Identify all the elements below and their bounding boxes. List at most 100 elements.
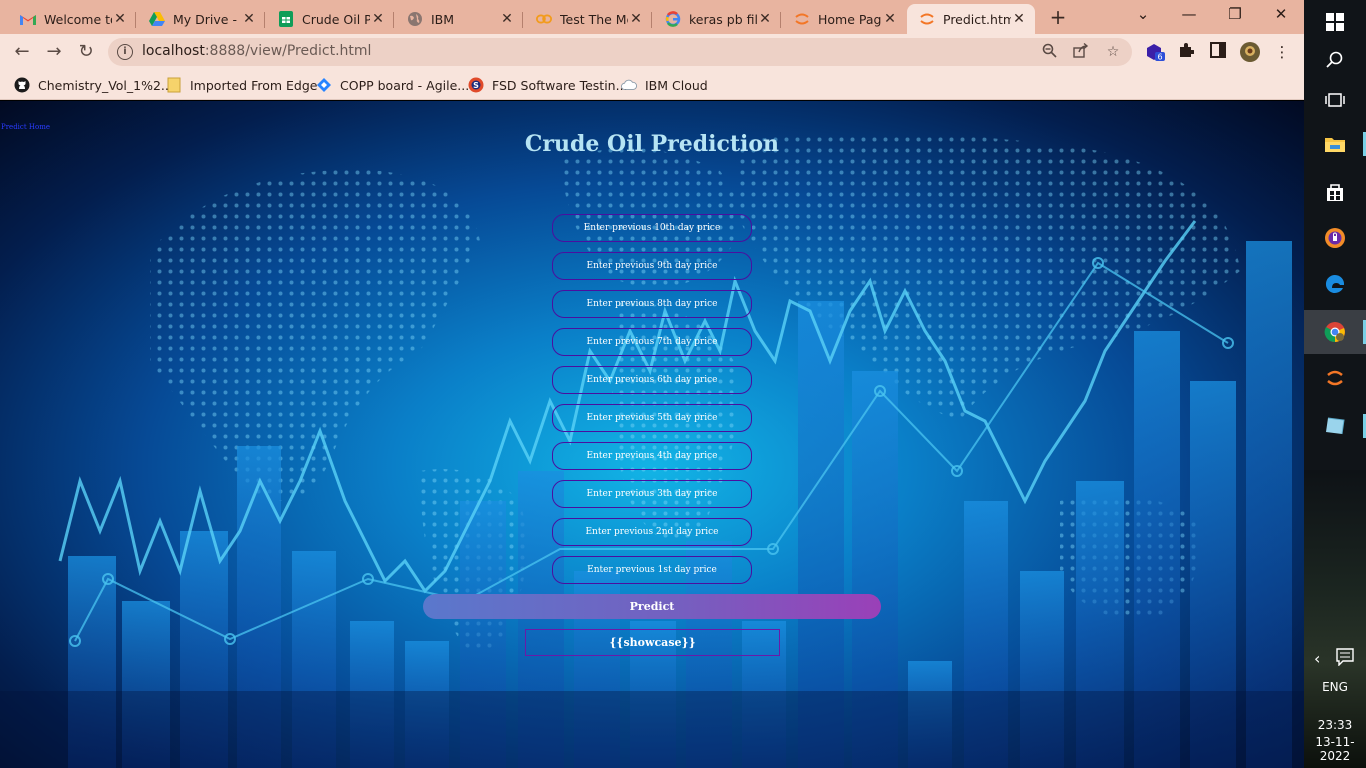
forward-button[interactable]: → <box>42 40 66 64</box>
tab-title: Welcome to <box>44 11 112 27</box>
bookmark-chemistry[interactable]: Chemistry_Vol_1%2... <box>14 76 173 94</box>
bookmark-fsd-software-testing[interactable]: S FSD Software Testin... <box>468 76 628 94</box>
tab-close-icon[interactable]: ✕ <box>112 11 128 27</box>
task-view-icon[interactable] <box>1304 78 1366 122</box>
tab-test-the-model[interactable]: Test The Mo ✕ <box>524 4 652 34</box>
price-input-day-4[interactable]: Enter previous 4th day price <box>552 442 752 470</box>
language-indicator[interactable]: ENG <box>1304 680 1366 694</box>
url-path: :8888/view/Predict.html <box>204 43 372 59</box>
browser-toolbar: ← → ↻ i localhost:8888/view/Predict.html… <box>0 34 1304 70</box>
tab-close-icon[interactable]: ✕ <box>628 11 644 27</box>
extension-badge: 6 <box>1157 53 1162 62</box>
clock-time[interactable]: 23:33 <box>1304 718 1366 732</box>
tab-title: Predict.html <box>943 11 1011 27</box>
microsoft-store-icon[interactable] <box>1304 170 1366 214</box>
share-icon[interactable] <box>1072 42 1090 61</box>
show-hidden-icons-chevron-icon[interactable]: ‹ <box>1304 636 1366 680</box>
price-input-day-2[interactable]: Enter previous 2nd day price <box>552 518 752 546</box>
file-explorer-icon[interactable] <box>1304 122 1366 166</box>
github-icon <box>14 77 30 93</box>
tab-close-icon[interactable]: ✕ <box>499 11 515 27</box>
tab-close-icon[interactable]: ✕ <box>1011 11 1027 27</box>
windows-taskbar: ‹ ENG 23:33 13-11-2022 <box>1304 0 1366 768</box>
search-icon[interactable] <box>1304 38 1366 82</box>
price-input-day-10[interactable]: Enter previous 10th day price <box>552 214 752 242</box>
price-input-day-7[interactable]: Enter previous 7th day price <box>552 328 752 356</box>
browser-menu-icon[interactable]: ⋮ <box>1272 42 1292 62</box>
side-panel-icon[interactable] <box>1208 42 1228 62</box>
price-input-day-9[interactable]: Enter previous 9th day price <box>552 252 752 280</box>
tab-title: IBM <box>431 11 455 27</box>
chrome-icon[interactable] <box>1304 310 1366 354</box>
jupyter-taskbar-icon[interactable] <box>1304 356 1366 400</box>
cloud-icon <box>621 77 637 93</box>
tab-ibm[interactable]: IBM ✕ <box>395 4 523 34</box>
notifications-icon[interactable] <box>1336 648 1354 666</box>
price-input-day-6[interactable]: Enter previous 6th day price <box>552 366 752 394</box>
tab-search-chevron-icon[interactable]: ⌄ <box>1120 0 1166 30</box>
profile-avatar[interactable] <box>1240 42 1260 62</box>
page-viewport: Predict Home Crude Oil Prediction Enter … <box>0 101 1304 768</box>
extensions-puzzle-icon[interactable] <box>1176 42 1196 62</box>
new-tab-button[interactable]: + <box>1046 6 1070 30</box>
restore-button[interactable]: ❐ <box>1212 0 1258 30</box>
clock-date[interactable]: 13-11-2022 <box>1304 735 1366 763</box>
zoom-icon[interactable] <box>1040 43 1058 61</box>
tab-title: Crude Oil Pr <box>302 11 370 27</box>
jupyter-icon <box>794 11 810 27</box>
tab-close-icon[interactable]: ✕ <box>757 11 773 27</box>
url-host: localhost <box>142 43 205 59</box>
google-drive-icon <box>149 11 165 27</box>
bookmark-label: COPP board - Agile... <box>340 77 470 93</box>
folder-icon <box>166 77 182 93</box>
google-sheets-icon <box>278 11 294 27</box>
s-logo-icon: S <box>468 77 484 93</box>
vpn-shield-icon[interactable] <box>1304 216 1366 260</box>
tab-close-icon[interactable]: ✕ <box>882 11 898 27</box>
extension-icon[interactable]: 6 <box>1146 42 1166 62</box>
tab-title: Test The Mo <box>560 11 628 27</box>
browser-window: Welcome to ✕ My Drive - G ✕ Crude Oil Pr… <box>0 0 1304 768</box>
price-input-day-8[interactable]: Enter previous 8th day price <box>552 290 752 318</box>
price-input-day-1[interactable]: Enter previous 1st day price <box>552 556 752 584</box>
tab-title: keras pb file <box>689 11 757 27</box>
edge-icon[interactable] <box>1304 262 1366 306</box>
minimize-button[interactable]: — <box>1166 0 1212 30</box>
tab-crude-oil-sheet[interactable]: Crude Oil Pr ✕ <box>266 4 394 34</box>
diamond-icon <box>316 77 332 93</box>
gmail-icon <box>20 11 36 27</box>
notes-app-icon[interactable] <box>1304 404 1366 448</box>
bookmark-label: Chemistry_Vol_1%2... <box>38 77 173 93</box>
tab-close-icon[interactable]: ✕ <box>370 11 386 27</box>
reload-button[interactable]: ↻ <box>74 40 98 64</box>
site-info-icon[interactable]: i <box>117 44 133 60</box>
bookmarks-bar: Chemistry_Vol_1%2... Imported From Edge … <box>0 70 1304 100</box>
bookmark-label: IBM Cloud <box>645 77 708 93</box>
tab-predict[interactable]: Predict.html ✕ <box>907 4 1035 34</box>
predict-button[interactable]: Predict <box>423 594 881 619</box>
bookmark-imported-from-edge[interactable]: Imported From Edge <box>166 76 317 94</box>
price-input-day-5[interactable]: Enter previous 5th day price <box>552 404 752 432</box>
tab-gmail[interactable]: Welcome to ✕ <box>8 4 136 34</box>
bookmark-label: Imported From Edge <box>190 77 318 93</box>
tab-title: Home Page <box>818 11 882 27</box>
bookmark-label: FSD Software Testin... <box>492 77 628 93</box>
background-chart-graphic <box>0 133 1304 768</box>
tab-keras-search[interactable]: keras pb file ✕ <box>653 4 781 34</box>
close-window-button[interactable]: ✕ <box>1258 0 1304 30</box>
tab-title: My Drive - G <box>173 11 241 27</box>
price-input-day-3[interactable]: Enter previous 3th day price <box>552 480 752 508</box>
link-icon <box>536 11 552 27</box>
back-button[interactable]: ← <box>10 40 34 64</box>
bookmark-star-icon[interactable]: ☆ <box>1104 43 1122 61</box>
tab-my-drive[interactable]: My Drive - G ✕ <box>137 4 265 34</box>
tab-home-page[interactable]: Home Page ✕ <box>782 4 906 34</box>
address-bar[interactable]: i localhost:8888/view/Predict.html ☆ <box>108 38 1132 66</box>
jupyter-icon <box>919 11 935 27</box>
predict-home-link[interactable]: Predict Home <box>1 123 50 131</box>
tab-bar: Welcome to ✕ My Drive - G ✕ Crude Oil Pr… <box>0 0 1304 34</box>
url-text[interactable]: localhost:8888/view/Predict.html <box>142 43 371 59</box>
tab-close-icon[interactable]: ✕ <box>241 11 257 27</box>
bookmark-ibm-cloud[interactable]: IBM Cloud <box>621 76 708 94</box>
bookmark-copp-board[interactable]: COPP board - Agile... <box>316 76 469 94</box>
